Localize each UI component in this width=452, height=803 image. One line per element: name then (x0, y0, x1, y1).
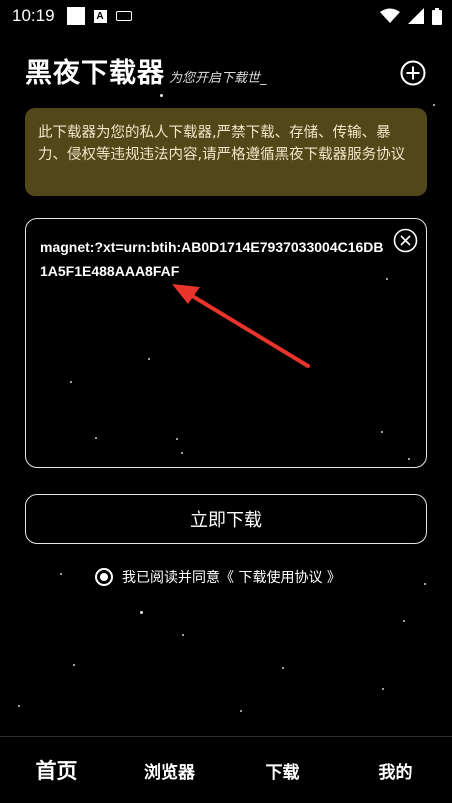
nav-home[interactable]: 首页 (0, 755, 113, 785)
agreement-row[interactable]: 我已阅读并同意《 下载使用协议 》 (95, 566, 341, 588)
nav-browser[interactable]: 浏览器 (113, 758, 226, 783)
app-subtitle: 为您开启下载世_ (169, 71, 267, 86)
notice-banner: 此下载器为您的私人下载器,严禁下载、存储、传输、暴力、侵权等违规违法内容,请严格… (25, 108, 427, 196)
a-badge-icon: A (93, 9, 107, 23)
status-bar: 10:19 A (0, 0, 452, 32)
magnet-link-value[interactable]: magnet:?xt=urn:btih:AB0D1714E7937033004C… (40, 235, 390, 283)
nav-profile[interactable]: 我的 (339, 758, 452, 783)
keyboard-icon (115, 11, 132, 21)
magnet-link-input[interactable]: magnet:?xt=urn:btih:AB0D1714E7937033004C… (25, 218, 427, 468)
agreement-radio[interactable] (95, 568, 113, 586)
app-title: 黑夜下载器 (25, 58, 165, 89)
radio-checked-dot (100, 573, 108, 581)
battery-icon (432, 7, 442, 25)
download-now-button[interactable]: 立即下载 (25, 494, 427, 544)
square-icon (66, 7, 85, 25)
status-time: 10:19 (12, 6, 55, 25)
wifi-icon (380, 8, 400, 23)
signal-icon (408, 8, 424, 24)
app-header: 黑夜下载器 为您开启下载世_ (25, 52, 430, 92)
nav-downloads[interactable]: 下载 (226, 758, 339, 783)
plus-circle-icon[interactable] (400, 60, 426, 86)
close-circle-icon[interactable] (393, 228, 418, 253)
agreement-text[interactable]: 我已阅读并同意《 下载使用协议 》 (122, 567, 341, 587)
bottom-nav: 首页 浏览器 下载 我的 (0, 736, 452, 803)
